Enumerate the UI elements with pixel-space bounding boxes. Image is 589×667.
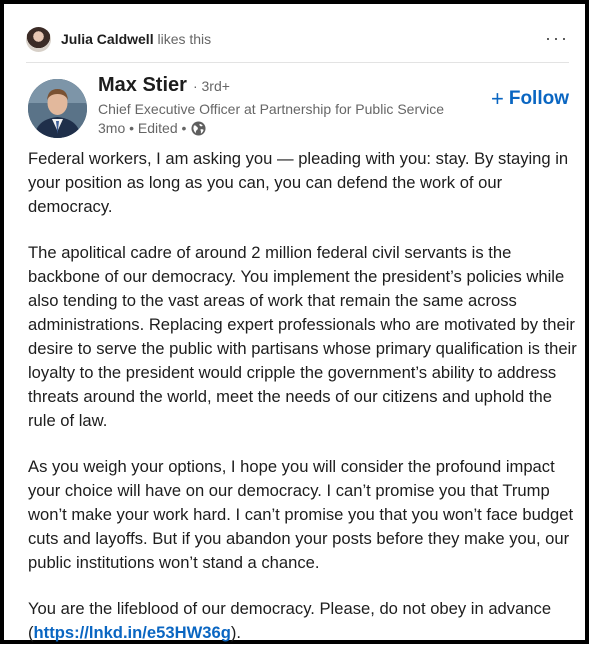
activity-header: Julia Caldwell likes this ··· [26, 22, 569, 56]
post-card: Julia Caldwell likes this ··· Max Stier … [0, 0, 589, 644]
author-photo [28, 79, 87, 138]
post-paragraph: As you weigh your options, I hope you wi… [28, 457, 574, 572]
link-close-paren: ). [230, 623, 241, 642]
ellipsis-icon[interactable]: ··· [545, 28, 569, 49]
activity-action: likes this [153, 31, 212, 47]
post-paragraph-last: You are the lifeblood of our democracy. … [28, 597, 580, 645]
liker-name[interactable]: Julia Caldwell [61, 31, 154, 47]
author-name-line: Max Stier · 3rd+ [98, 74, 444, 97]
post-link[interactable]: https://lnkd.in/e53HW36g [34, 623, 231, 642]
post-meta: 3mo • Edited • [98, 120, 444, 136]
post-paragraph-text: You are the lifeblood of our democracy. … [28, 599, 552, 618]
author-avatar[interactable] [28, 79, 87, 138]
author-headline: Chief Executive Officer at Partnership f… [98, 101, 445, 117]
author-block: Max Stier · 3rd+ Chief Executive Officer… [28, 74, 571, 140]
activity-text: Julia Caldwell likes this [61, 31, 211, 47]
follow-button[interactable]: + Follow [491, 86, 569, 112]
follow-label: Follow [508, 88, 569, 109]
plus-icon: + [490, 86, 504, 111]
connection-degree: · 3rd+ [192, 78, 230, 94]
globe-icon [191, 120, 206, 136]
post-paragraph: Federal workers, I am asking you — plead… [28, 149, 569, 216]
liker-avatar[interactable] [26, 26, 51, 52]
author-info: Max Stier · 3rd+ Chief Executive Officer… [98, 74, 444, 136]
divider [26, 62, 569, 63]
author-name[interactable]: Max Stier [98, 74, 187, 97]
post-timestamp: 3mo • Edited • [98, 120, 187, 136]
post-paragraph: The apolitical cadre of around 2 million… [28, 243, 577, 430]
post-body: Federal workers, I am asking you — plead… [28, 147, 580, 667]
